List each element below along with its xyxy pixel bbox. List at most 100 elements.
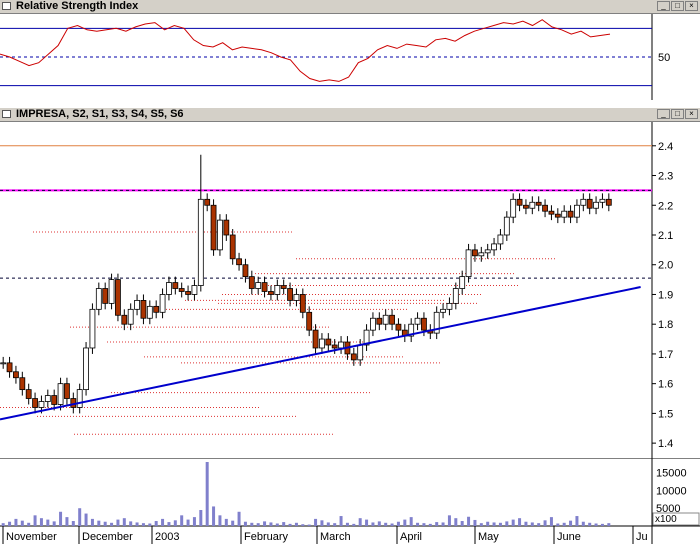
- price-tick-label: 2.3: [658, 171, 673, 183]
- candle-body: [593, 201, 599, 209]
- volume-bar: [435, 522, 439, 526]
- candle-body: [446, 302, 453, 310]
- month-tick-label: December: [82, 531, 133, 543]
- volume-bar: [20, 520, 24, 526]
- candle-body: [478, 252, 485, 257]
- volume-bar: [505, 521, 509, 526]
- volume-bar: [256, 523, 260, 526]
- candle-body: [503, 216, 510, 236]
- volume-tick-label: 10000: [656, 485, 687, 497]
- volume-bar: [33, 515, 37, 526]
- candle-body: [13, 371, 19, 379]
- volume-bar: [569, 520, 573, 526]
- rsi-maximize-button[interactable]: □: [671, 1, 684, 11]
- candle-body: [338, 341, 344, 349]
- candle-body: [191, 285, 198, 295]
- volume-bar: [199, 510, 203, 526]
- volume-bar: [167, 522, 171, 526]
- price-titlebar[interactable]: IMPRESA, S2, S1, S3, S4, S5, S6 _ □ ×: [0, 108, 700, 122]
- candle-body: [178, 288, 185, 292]
- candle-body: [204, 198, 211, 206]
- volume-bar: [371, 522, 375, 526]
- candle-body: [197, 198, 204, 286]
- candle-body: [414, 317, 421, 325]
- volume-bar: [575, 516, 579, 526]
- candle-body: [293, 294, 300, 301]
- volume-bar: [129, 521, 133, 526]
- rsi-chart: 50: [0, 14, 670, 100]
- candle-body: [261, 282, 268, 292]
- volume-bar: [518, 518, 522, 526]
- volume-bar: [530, 522, 534, 526]
- candle-body: [153, 305, 160, 313]
- volume-bar: [588, 522, 592, 526]
- candle-body: [248, 276, 255, 289]
- volume-bar: [479, 523, 483, 526]
- candle-body: [523, 204, 529, 209]
- candle-body: [491, 243, 497, 251]
- volume-bar: [607, 523, 611, 526]
- volume-bar: [218, 515, 222, 526]
- volume-bar: [84, 513, 88, 526]
- volume-bar: [460, 521, 464, 526]
- volume-bar: [384, 522, 388, 526]
- candle-body: [140, 300, 147, 319]
- candle-body: [331, 344, 338, 349]
- rsi-titlebar[interactable]: Relative Strength Index _ □ ×: [0, 0, 700, 14]
- rsi-panel-title: Relative Strength Index: [16, 0, 139, 12]
- volume-bar: [396, 521, 400, 526]
- candle-body: [38, 401, 45, 408]
- candle-body: [605, 198, 612, 206]
- candle-body: [535, 201, 542, 206]
- rsi-minimize-button[interactable]: _: [657, 1, 670, 11]
- candle-body: [554, 213, 561, 218]
- month-tick-label: 2003: [155, 531, 179, 543]
- window-menu-icon[interactable]: [2, 2, 11, 10]
- volume-bar: [467, 516, 471, 526]
- candle-body: [115, 279, 121, 316]
- volume-bar: [352, 523, 356, 526]
- volume-bar: [27, 522, 31, 526]
- volume-bar: [345, 522, 349, 526]
- volume-bar: [65, 517, 69, 526]
- price-panel-title: IMPRESA, S2, S1, S3, S4, S5, S6: [16, 108, 184, 120]
- candle-body: [459, 276, 466, 289]
- candle-body: [440, 308, 446, 313]
- candle-body: [217, 219, 223, 251]
- price-tick-label: 1.8: [658, 319, 673, 331]
- month-tick-label: February: [244, 531, 289, 543]
- candle-body: [357, 344, 364, 361]
- candle-body: [395, 323, 402, 331]
- candle-body: [382, 314, 389, 325]
- volume-bar: [403, 519, 407, 526]
- window-menu-icon[interactable]: [2, 110, 11, 118]
- price-maximize-button[interactable]: □: [671, 109, 684, 119]
- volume-bar: [600, 523, 604, 526]
- month-tick-label: November: [6, 531, 57, 543]
- volume-bar: [416, 522, 420, 526]
- candle-body: [376, 317, 383, 325]
- volume-bar: [269, 522, 273, 526]
- candle-body: [0, 362, 7, 365]
- volume-bar: [90, 518, 94, 526]
- price-minimize-button[interactable]: _: [657, 109, 670, 119]
- candle-body: [121, 314, 128, 325]
- candle-body: [306, 311, 313, 331]
- rsi-close-button[interactable]: ×: [685, 1, 698, 11]
- volume-bar: [537, 523, 541, 526]
- volume-bar: [339, 516, 343, 526]
- volume-bar: [320, 520, 324, 526]
- price-close-button[interactable]: ×: [685, 109, 698, 119]
- candle-body: [57, 383, 64, 405]
- volume-bar: [409, 517, 413, 526]
- candle-body: [6, 362, 13, 373]
- price-tick-label: 1.7: [658, 349, 673, 361]
- candle-body: [274, 285, 281, 295]
- volume-bar: [486, 521, 490, 526]
- candle-body: [127, 308, 134, 325]
- volume-bar: [294, 522, 298, 526]
- volume-bar: [1, 523, 5, 526]
- volume-bar: [186, 519, 190, 526]
- month-tick-label: April: [400, 531, 422, 543]
- volume-bar: [243, 521, 247, 526]
